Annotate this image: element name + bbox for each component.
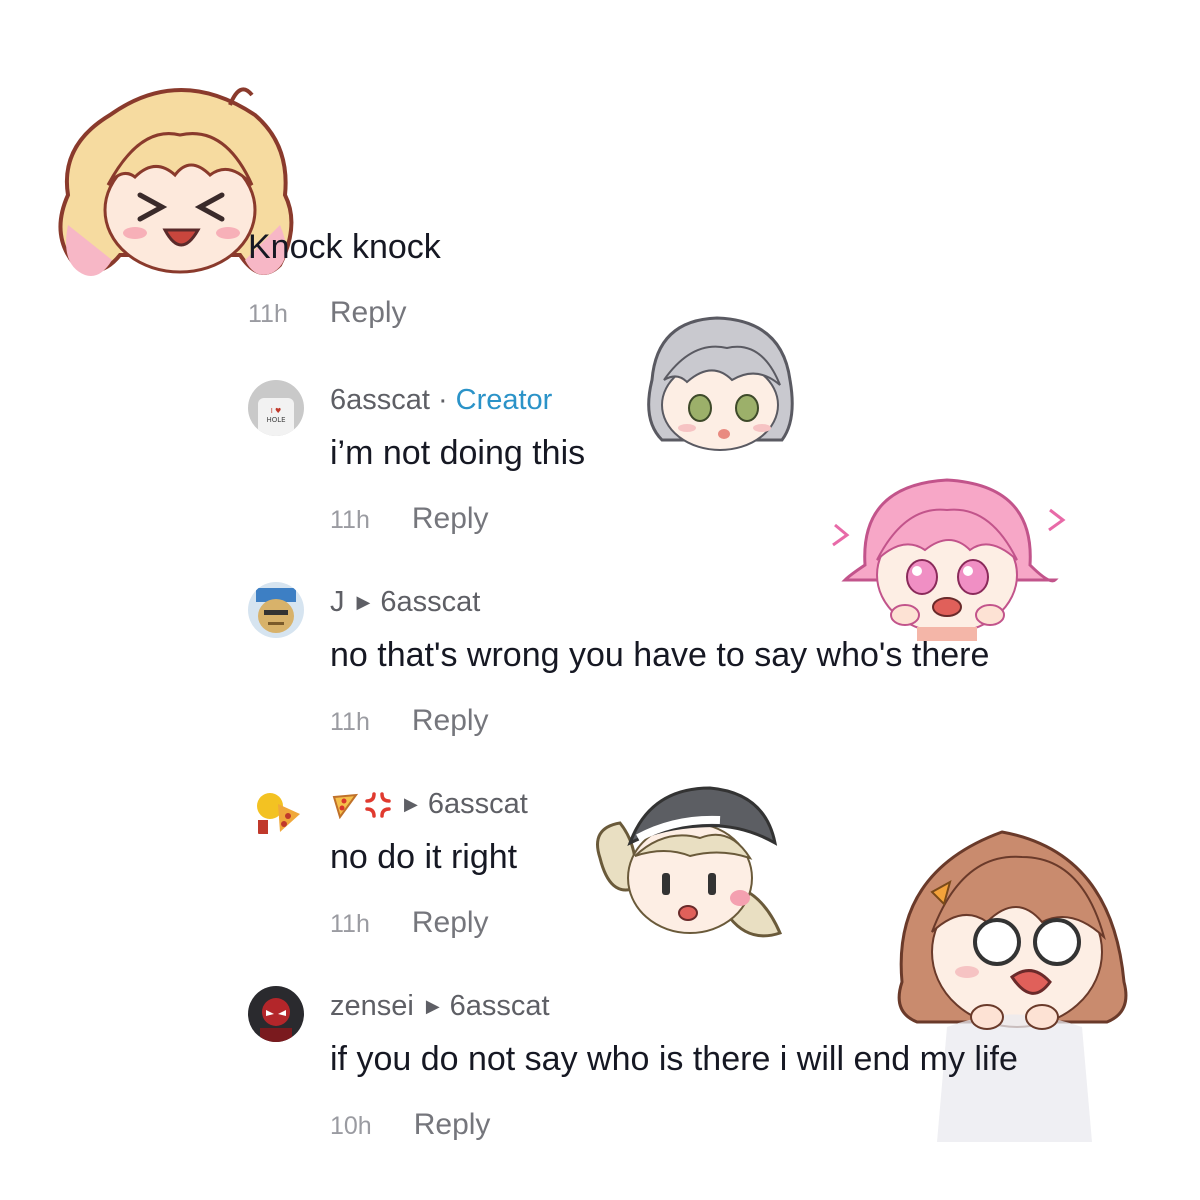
reply-to-username[interactable]: 6asscat — [380, 586, 480, 619]
avatar[interactable] — [248, 784, 304, 840]
comment-text: i’m not doing this — [330, 434, 586, 472]
svg-text:HOLE: HOLE — [266, 416, 285, 424]
username[interactable]: J — [330, 586, 345, 619]
comment-time: 11h — [330, 506, 370, 534]
main-comment-time: 11h — [248, 300, 288, 328]
separator-dot: · — [437, 384, 448, 416]
comment-time: 11h — [330, 708, 370, 736]
reply-button[interactable]: Reply — [412, 502, 489, 536]
avatar[interactable] — [248, 986, 304, 1042]
comment-text: no that's wrong you have to say who's th… — [330, 636, 990, 674]
comment-text: if you do not say who is there i will en… — [330, 1040, 1018, 1078]
username-line: ▶ 6asscat — [330, 788, 528, 821]
reply-to-username[interactable]: 6asscat — [428, 788, 528, 821]
comment-thread: Knock knock 11h Reply I ♥ HOLE 6asscat ·… — [0, 0, 1200, 1200]
username[interactable] — [330, 791, 392, 819]
main-comment-text: Knock knock — [248, 228, 441, 266]
reply-button[interactable]: Reply — [414, 1108, 491, 1142]
svg-text:I ♥: I ♥ — [271, 407, 282, 415]
comment-meta: 11h Reply — [330, 502, 489, 536]
reply-arrow-icon: ▶ — [356, 592, 371, 612]
comment-meta: 11h Reply — [330, 704, 489, 738]
reply-to-username[interactable]: 6asscat — [450, 990, 550, 1023]
main-comment-meta: 11h Reply — [248, 296, 407, 330]
cap-girl-sticker — [590, 768, 805, 948]
comment-time: 11h — [330, 910, 370, 938]
anger-icon — [365, 791, 391, 818]
username-line: 6asscat · Creator — [330, 384, 552, 417]
avatar[interactable] — [248, 582, 304, 638]
pink-hair-girl-sticker — [825, 465, 1070, 645]
comment-meta: 11h Reply — [330, 906, 489, 940]
comment-meta: 10h Reply — [330, 1108, 490, 1142]
comment-text: no do it right — [330, 838, 518, 876]
reply-arrow-icon: ▶ — [425, 996, 440, 1016]
username[interactable]: 6asscat — [330, 384, 430, 417]
reply-button[interactable]: Reply — [330, 296, 407, 330]
pizza-icon — [332, 793, 358, 819]
brown-hair-girl-sticker — [892, 812, 1132, 1142]
creator-badge: Creator — [455, 384, 553, 416]
reply-button[interactable]: Reply — [412, 704, 489, 738]
silver-hair-girl-sticker — [632, 310, 802, 460]
reply-button[interactable]: Reply — [412, 906, 489, 940]
username-line: J ▶ 6asscat — [330, 586, 480, 619]
reply-arrow-icon: ▶ — [404, 794, 418, 814]
username[interactable]: zensei — [330, 990, 414, 1023]
avatar[interactable]: I ♥ HOLE — [248, 380, 304, 436]
username-line: zensei ▶ 6asscat — [330, 990, 550, 1023]
comment-time: 10h — [330, 1112, 372, 1140]
